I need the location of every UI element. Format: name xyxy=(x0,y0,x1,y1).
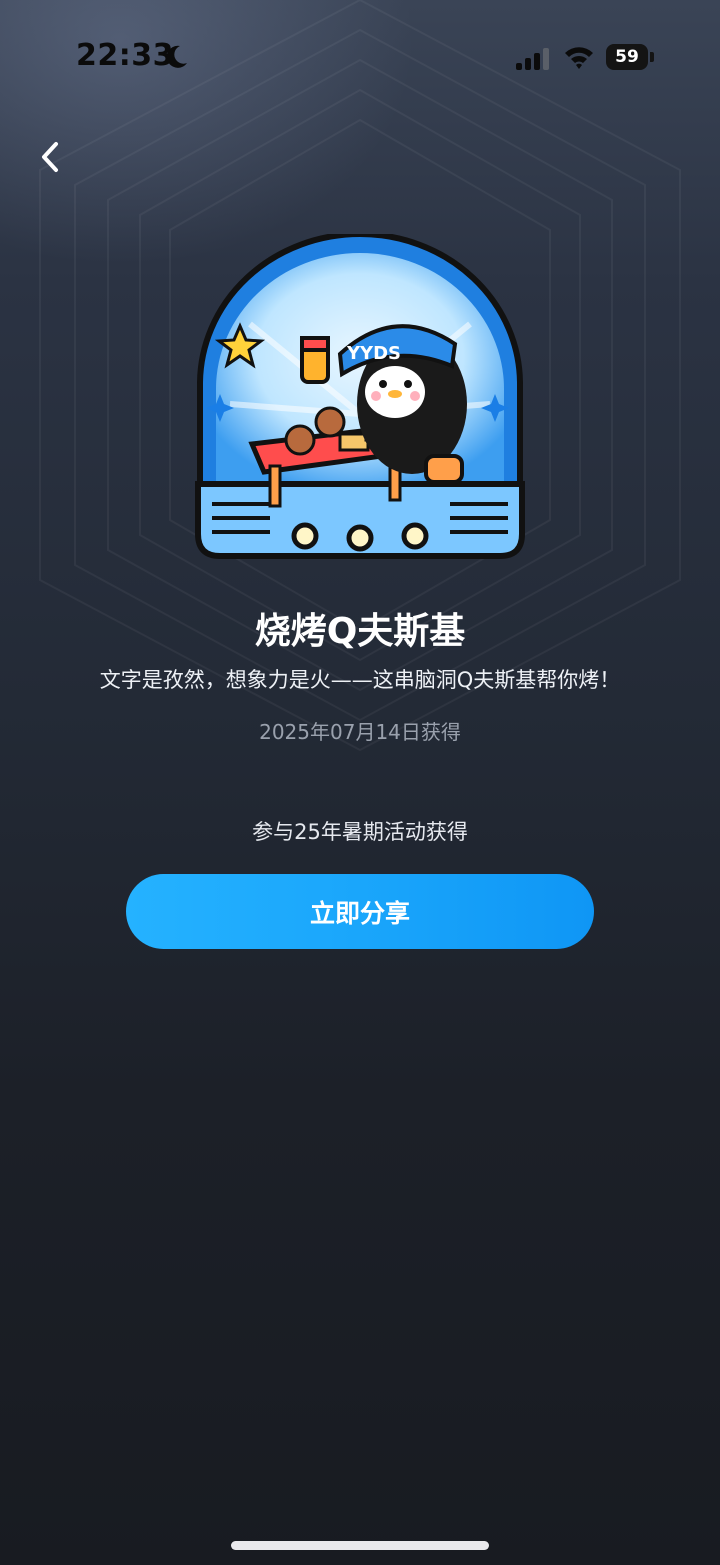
badge-description: 文字是孜然，想象力是火——这串脑洞Q夫斯基帮你烤！ xyxy=(99,668,621,692)
status-bar: 22:33 59 xyxy=(0,0,720,110)
moon-icon xyxy=(166,45,187,68)
badge-obtained-date: 2025年07月14日获得 xyxy=(259,720,461,744)
badge-title: 烧烤Q夫斯基 xyxy=(254,611,466,652)
wifi-icon xyxy=(565,47,593,69)
signal-icon xyxy=(516,48,549,70)
back-chevron-icon xyxy=(42,142,58,172)
status-time: 22:33 xyxy=(76,38,174,73)
badge-source-text: 参与25年暑期活动获得 xyxy=(252,820,468,844)
battery-icon: 59 xyxy=(606,44,648,70)
back-button[interactable] xyxy=(32,134,72,180)
badge-cap-text: YYDS xyxy=(346,343,401,364)
battery-cap xyxy=(650,52,654,62)
share-button[interactable]: 立即分享 xyxy=(126,874,594,949)
badge-illustration: YYDS xyxy=(195,234,525,559)
home-indicator[interactable] xyxy=(231,1541,489,1550)
